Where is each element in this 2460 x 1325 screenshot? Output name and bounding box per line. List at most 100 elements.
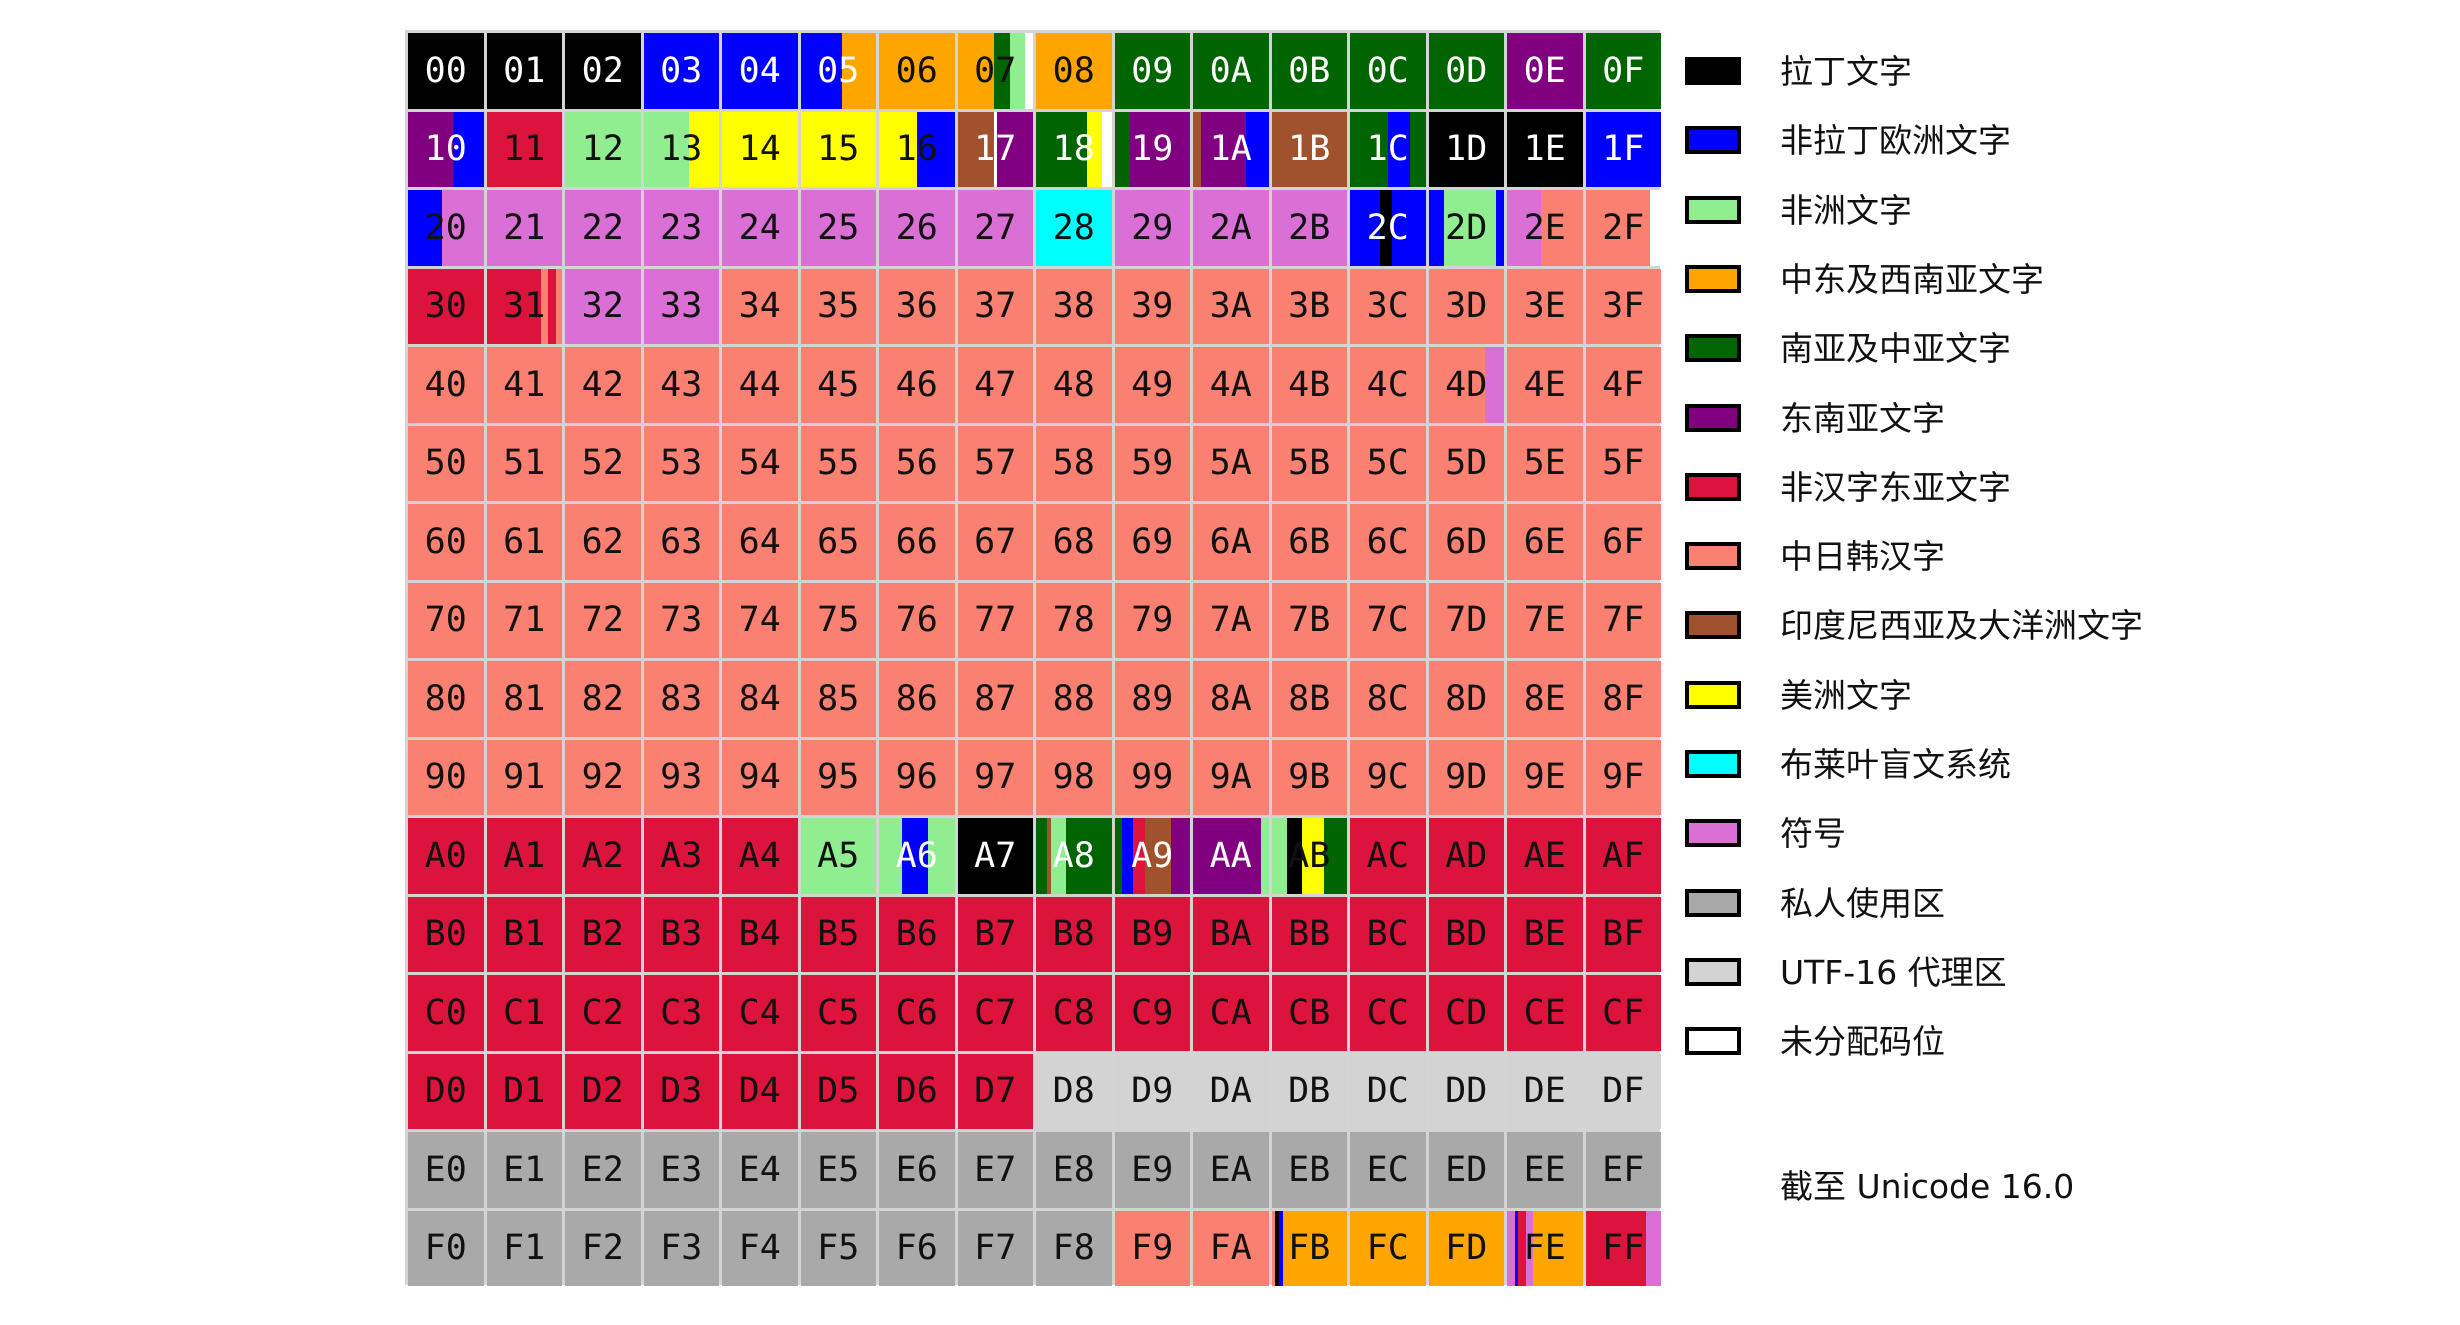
cell-segment [1507,425,1583,501]
cell-segment [643,425,719,501]
cell-segment [486,818,562,894]
block-cell-D6: D6 [879,1053,955,1129]
cell-segment [957,33,995,109]
block-cell-6F: 6F [1585,504,1661,580]
block-cell-D0: D0 [408,1053,484,1129]
cell-segment [1271,1053,1347,1129]
block-cell-23: 23 [643,190,719,266]
cell-segment [408,190,443,266]
cell-segment [408,739,484,815]
cell-segment [565,504,641,580]
cell-segment [1496,190,1504,266]
block-cell-A3: A3 [643,818,719,894]
cell-segment [1350,582,1426,658]
cell-segment [1114,347,1190,423]
cell-segment [486,582,562,658]
block-cell-51: 51 [486,425,562,501]
block-cell-79: 79 [1114,582,1190,658]
block-cell-3D: 3D [1428,268,1504,344]
block-cell-77: 77 [957,582,1033,658]
cell-segment [565,818,641,894]
cell-segment [1428,33,1504,109]
block-cell-2E: 2E [1507,190,1583,266]
block-cell-EE: EE [1507,1132,1583,1208]
block-cell-4A: 4A [1193,347,1269,423]
cell-segment [879,896,955,972]
cell-segment [1443,190,1497,266]
cell-segment [1010,33,1026,109]
cell-segment [1036,268,1112,344]
cell-segment [1585,896,1661,972]
block-cell-40: 40 [408,347,484,423]
block-cell-28: 28 [1036,190,1112,266]
cell-segment [1585,582,1661,658]
cell-segment [486,33,562,109]
block-cell-56: 56 [879,425,955,501]
cell-segment [1350,896,1426,972]
cell-segment [408,425,484,501]
block-cell-76: 76 [879,582,955,658]
cell-segment [1193,739,1269,815]
cell-segment [1036,975,1112,1051]
cell-segment [1350,111,1389,187]
cell-segment [1193,347,1269,423]
cell-segment [800,975,876,1051]
version-note: 截至 Unicode 16.0 [1780,1167,2075,1206]
block-cell-83: 83 [643,661,719,737]
cell-segment [1350,1053,1426,1129]
block-cell-86: 86 [879,661,955,737]
block-cell-44: 44 [722,347,798,423]
block-cell-49: 49 [1114,347,1190,423]
block-cell-F5: F5 [800,1210,876,1286]
block-cell-46: 46 [879,347,955,423]
block-cell-7A: 7A [1193,582,1269,658]
cell-segment [1507,975,1583,1051]
block-cell-95: 95 [800,739,876,815]
block-cell-D7: D7 [957,1053,1033,1129]
block-cell-85: 85 [800,661,876,737]
cell-segment [1585,818,1661,894]
block-cell-88: 88 [1036,661,1112,737]
block-cell-EC: EC [1350,1132,1426,1208]
cell-segment [957,347,1033,423]
cell-segment [879,111,918,187]
cell-segment [1122,818,1134,894]
block-cell-12: 12 [565,111,641,187]
cell-segment [1114,661,1190,737]
block-cell-3E: 3E [1507,268,1583,344]
block-cell-65: 65 [800,504,876,580]
block-cell-43: 43 [643,347,719,423]
block-cell-FF: FF [1585,1210,1661,1286]
block-cell-A8: A8 [1036,818,1112,894]
block-cell-90: 90 [408,739,484,815]
block-cell-F2: F2 [565,1210,641,1286]
legend-label: 南亚及中亚文字 [1780,329,2011,369]
cell-segment [643,1132,719,1208]
block-cell-FA: FA [1193,1210,1269,1286]
block-cell-ED: ED [1428,1132,1504,1208]
cell-segment [1585,975,1661,1051]
cell-segment [722,190,798,266]
block-cell-1F: 1F [1585,111,1661,187]
cell-segment [643,661,719,737]
block-cell-67: 67 [957,504,1033,580]
block-cell-8E: 8E [1507,661,1583,737]
cell-segment [722,896,798,972]
legend-swatch [1685,957,1741,986]
block-cell-71: 71 [486,582,562,658]
cell-segment [1533,1210,1583,1286]
cell-segment [565,268,641,344]
block-cell-BC: BC [1350,896,1426,972]
block-cell-57: 57 [957,425,1033,501]
block-cell-AC: AC [1350,818,1426,894]
cell-segment [1171,818,1190,894]
cell-segment [1507,896,1583,972]
cell-segment [1324,818,1347,894]
cell-segment [1114,1132,1190,1208]
block-cell-03: 03 [643,33,719,109]
block-cell-04: 04 [722,33,798,109]
cell-segment [643,33,719,109]
cell-segment [565,1053,641,1129]
cell-segment [722,1210,798,1286]
block-cell-AE: AE [1507,818,1583,894]
